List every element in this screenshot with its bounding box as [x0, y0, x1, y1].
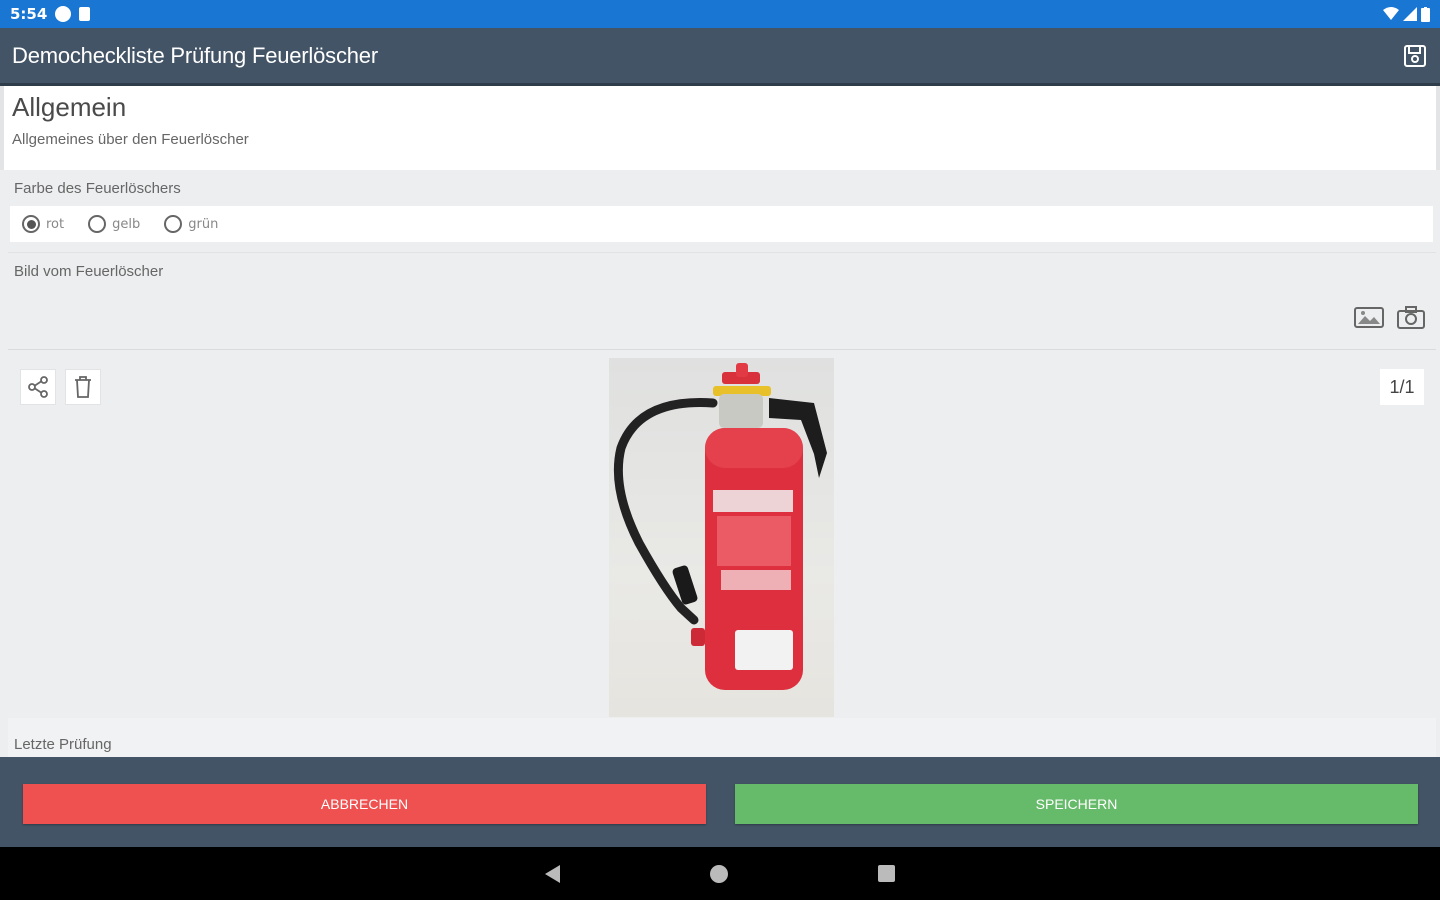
- system-nav-bar: [0, 847, 1440, 900]
- color-radio-group: rot gelb grün: [10, 206, 1433, 242]
- cancel-button[interactable]: ABBRECHEN: [23, 784, 706, 824]
- section-header: Allgemein Allgemeines über den Feuerlösc…: [0, 86, 1440, 170]
- radio-unselected-icon: [88, 215, 107, 233]
- page-title: Democheckliste Prüfung Feuerlöscher: [12, 42, 378, 68]
- image-tools: [1354, 303, 1426, 333]
- battery-icon: [1421, 6, 1430, 22]
- radio-gelb[interactable]: gelb: [88, 215, 140, 233]
- status-bar: 5:54: [0, 0, 1440, 28]
- image-counter: 1/1: [1380, 369, 1424, 405]
- wifi-icon: [1383, 7, 1399, 20]
- notification-icon: [55, 6, 72, 22]
- section-title: Allgemein: [12, 92, 127, 122]
- radio-selected-icon: [22, 215, 40, 233]
- divider: [8, 349, 1436, 350]
- gallery-icon[interactable]: [1354, 303, 1384, 333]
- radio-label: gelb: [112, 216, 141, 232]
- radio-unselected-icon: [164, 215, 183, 233]
- signal-icon: [1403, 7, 1417, 21]
- recent-apps-icon[interactable]: [878, 865, 895, 882]
- radio-gruen[interactable]: grün: [164, 215, 218, 233]
- home-icon[interactable]: [710, 864, 728, 883]
- last-check-label: Letzte Prüfung: [14, 736, 112, 753]
- app-bar: Democheckliste Prüfung Feuerlöscher: [0, 28, 1440, 86]
- share-icon[interactable]: [20, 369, 56, 405]
- sdcard-icon: [79, 7, 91, 21]
- radio-rot[interactable]: rot: [22, 215, 64, 233]
- save-icon[interactable]: [1402, 43, 1428, 69]
- image-field: Bild vom Feuerlöscher 1/1: [8, 252, 1436, 757]
- radio-label: grün: [188, 216, 219, 232]
- status-time: 5:54: [10, 5, 48, 23]
- section-subtitle: Allgemeines über den Feuerlöscher: [12, 131, 249, 148]
- back-icon[interactable]: [545, 864, 560, 883]
- form-content[interactable]: Allgemein Allgemeines über den Feuerlösc…: [0, 86, 1440, 757]
- image-field-label: Bild vom Feuerlöscher: [14, 263, 164, 280]
- trash-icon[interactable]: [65, 369, 101, 405]
- fire-extinguisher-photo[interactable]: [609, 358, 834, 717]
- bottom-action-bar: ABBRECHEN SPEICHERN: [0, 757, 1440, 847]
- color-field-label: Farbe des Feuerlöschers: [14, 180, 181, 197]
- save-button[interactable]: SPEICHERN: [735, 784, 1418, 824]
- camera-icon[interactable]: [1396, 303, 1426, 333]
- radio-label: rot: [46, 216, 65, 232]
- last-check-field[interactable]: Letzte Prüfung: [8, 718, 1436, 757]
